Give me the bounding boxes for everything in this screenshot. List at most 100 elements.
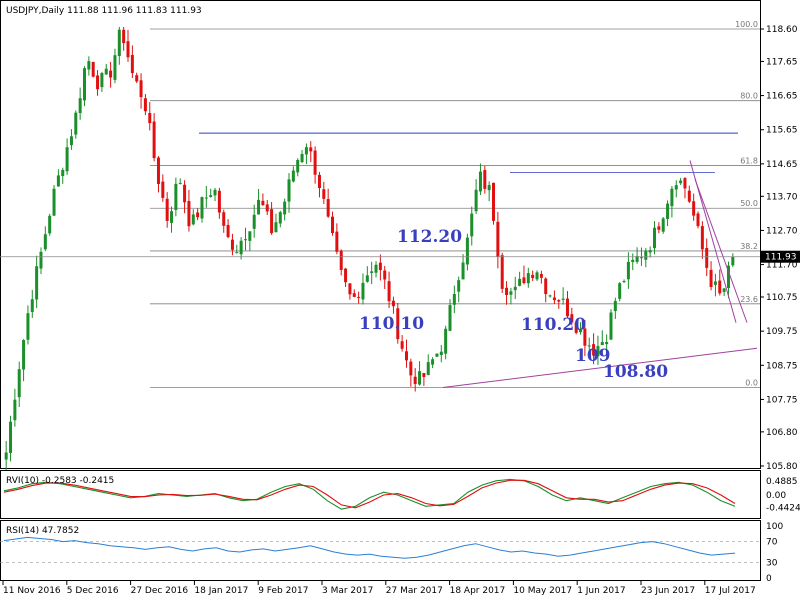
candle-body [400, 341, 404, 349]
candle-body [618, 283, 622, 299]
candle-body [483, 170, 487, 189]
price-tick-label: 115.65 [766, 126, 798, 136]
price-tick-label: 105.80 [766, 462, 798, 472]
candle-body [709, 269, 713, 288]
candle-body [692, 201, 696, 216]
date-tick-label: 10 May 2017 [513, 586, 572, 596]
candle-body [4, 452, 8, 460]
candle-body [22, 340, 26, 370]
candle-body [335, 231, 339, 252]
candle-body [326, 199, 330, 217]
price-tick-label: 113.70 [766, 192, 798, 202]
candle-body [191, 214, 195, 225]
candle-body [626, 261, 630, 280]
rsi-tick-label: 30 [766, 558, 778, 568]
candle-body [304, 147, 308, 155]
price-tick-label: 117.65 [766, 57, 798, 67]
candle-body [331, 216, 335, 234]
candle-body [117, 29, 121, 56]
date-tick-label: 9 Feb 2017 [258, 586, 308, 596]
candle-body [448, 305, 452, 331]
candle-body [639, 257, 643, 259]
candle-body [283, 201, 287, 215]
current-price-label: 111.93 [765, 253, 797, 263]
candle-body [418, 371, 422, 385]
rsi-tick-label: 70 [766, 538, 778, 548]
candle-body [670, 188, 674, 207]
candle-body [431, 359, 435, 365]
candle-body [17, 369, 21, 398]
candle-body [422, 373, 426, 377]
candle-body [505, 287, 509, 296]
candle-body [65, 147, 69, 172]
candle-body [509, 291, 513, 295]
candle-body [52, 188, 56, 216]
date-tick-label: 18 Jan 2017 [194, 586, 248, 596]
candle-body [344, 268, 348, 283]
candle-body [391, 300, 395, 307]
candle-body [561, 298, 565, 300]
candle-body [439, 351, 443, 355]
candle-body [139, 80, 143, 98]
fib-level-label: 38.2 [740, 242, 758, 251]
candle-body [287, 179, 291, 202]
candle-body [539, 274, 543, 278]
candle-body [370, 271, 374, 273]
candle-body [444, 328, 448, 354]
chart-background [0, 0, 800, 600]
candle-body [313, 150, 317, 175]
annotation-108-80: 108.80 [603, 362, 668, 382]
candle-body [296, 160, 300, 173]
candle-body [152, 121, 156, 159]
candle-body [96, 75, 100, 90]
date-tick-label: 18 Apr 2017 [450, 586, 506, 596]
candle-body [705, 247, 709, 268]
candle-body [409, 361, 413, 376]
candle-body [135, 75, 139, 82]
candle-body [426, 362, 430, 376]
candle-body [130, 54, 134, 74]
annotation-112-20: 112.20 [397, 227, 462, 247]
candle-body [300, 153, 304, 162]
candle-body [357, 296, 361, 298]
candle-body [548, 295, 552, 297]
price-tick-label: 114.65 [766, 160, 798, 170]
candle-body [374, 264, 378, 273]
candle-body [683, 178, 687, 189]
candle-body [161, 181, 165, 198]
candle-body [474, 189, 478, 212]
candle-body [674, 185, 678, 190]
candle-body [666, 203, 670, 219]
candle-body [653, 227, 657, 249]
candle-body [204, 197, 208, 199]
candle-body [69, 136, 73, 146]
candle-body [387, 281, 391, 302]
price-tick-label: 116.65 [766, 92, 798, 102]
candle-body [61, 169, 65, 176]
candle-body [196, 212, 200, 218]
date-tick-label: 3 Mar 2017 [322, 586, 373, 596]
rsi-tick-label: 0 [766, 574, 772, 584]
candle-body [661, 218, 665, 232]
candle-body [26, 313, 30, 340]
candle-body [261, 200, 265, 206]
candle-body [35, 266, 39, 300]
candle-body [178, 182, 182, 184]
price-tick-label: 109.75 [766, 327, 798, 337]
candle-body [565, 298, 569, 317]
candle-body [170, 211, 174, 223]
fib-level-label: 50.0 [740, 199, 758, 208]
candle-body [470, 213, 474, 237]
candle-body [148, 112, 152, 124]
candle-body [252, 214, 256, 229]
date-tick-label: 17 Jul 2017 [705, 586, 756, 596]
candle-body [243, 239, 247, 241]
candle-body [91, 61, 95, 77]
candle-body [230, 239, 234, 250]
candle-body [613, 300, 617, 312]
price-tick-label: 110.75 [766, 293, 798, 303]
candle-body [461, 262, 465, 280]
candle-body [513, 286, 517, 291]
candle-body [278, 212, 282, 224]
fib-level-label: 80.0 [740, 92, 758, 101]
